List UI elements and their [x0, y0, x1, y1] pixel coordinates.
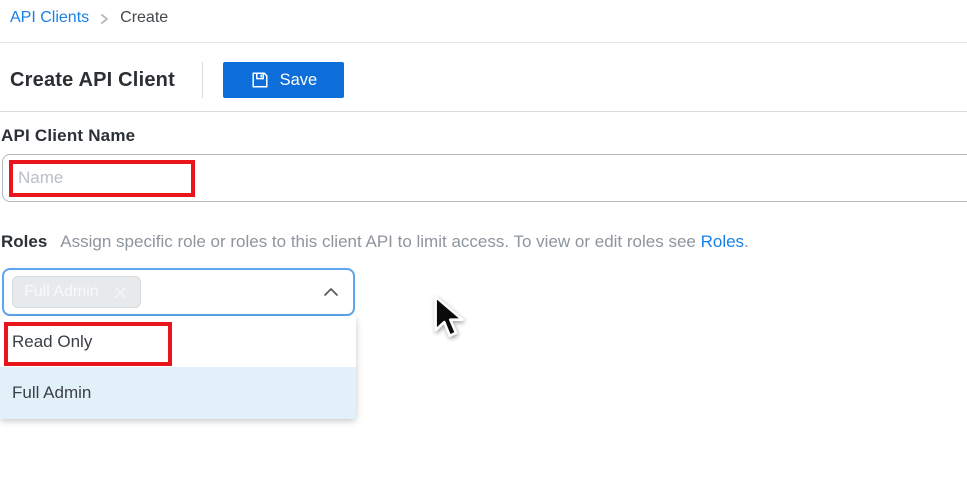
breadcrumb-divider	[0, 42, 967, 43]
roles-dropdown: Read Only Full Admin	[0, 316, 356, 419]
breadcrumb: API Clients Create	[10, 9, 168, 27]
save-button-label: Save	[280, 71, 318, 90]
save-button[interactable]: Save	[223, 62, 344, 98]
roles-description: Assign specific role or roles to this cl…	[60, 232, 749, 252]
remove-chip-icon[interactable]	[113, 285, 128, 300]
role-chip-full-admin[interactable]: Full Admin	[12, 276, 141, 308]
roles-multiselect[interactable]: Full Admin	[2, 268, 355, 316]
api-client-name-label: API Client Name	[1, 126, 135, 146]
mouse-cursor	[433, 295, 467, 348]
breadcrumb-link-api-clients[interactable]: API Clients	[10, 9, 89, 27]
header-divider	[0, 111, 967, 112]
chevron-right-icon	[100, 12, 109, 26]
header-vertical-divider	[202, 62, 203, 98]
dropdown-option-full-admin[interactable]: Full Admin	[0, 367, 356, 419]
page-header: Create API Client Save	[10, 62, 344, 98]
page-title: Create API Client	[10, 69, 175, 92]
roles-label: Roles	[1, 232, 47, 252]
dropdown-option-read-only[interactable]: Read Only	[0, 316, 356, 367]
create-api-client-page: API Clients Create Create API Client Sav…	[0, 0, 967, 481]
breadcrumb-current: Create	[120, 9, 168, 27]
save-icon	[250, 70, 270, 90]
roles-link[interactable]: Roles	[701, 232, 744, 251]
roles-header: Roles Assign specific role or roles to t…	[1, 232, 749, 252]
role-chip-label: Full Admin	[24, 283, 99, 301]
chevron-up-icon[interactable]	[323, 287, 339, 297]
api-client-name-input[interactable]	[2, 154, 967, 202]
